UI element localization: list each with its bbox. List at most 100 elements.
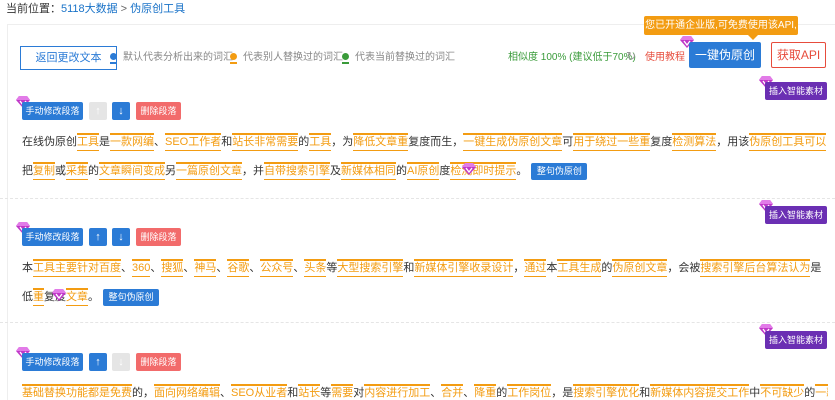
replaced-word[interactable]: 工具 [782, 136, 804, 148]
replaced-word[interactable]: 文章 [220, 165, 242, 177]
replaced-word[interactable]: 工具 [309, 136, 331, 148]
replaced-word[interactable]: 需要 [331, 387, 353, 399]
replaced-word[interactable]: 引擎 [722, 262, 744, 274]
manual-edit-paragraph-button[interactable]: 手动修改段落 [22, 102, 83, 120]
replaced-word[interactable]: 媒体 [425, 262, 447, 274]
replaced-word[interactable]: 站长 [232, 136, 254, 148]
replaced-word[interactable]: 绕过 [595, 136, 617, 148]
replaced-word[interactable]: 自带 [264, 165, 286, 177]
replaced-word[interactable]: 工作者 [188, 136, 221, 148]
replaced-word[interactable]: 加工 [408, 387, 430, 399]
replaced-word[interactable]: 算法 [766, 262, 788, 274]
replaced-word[interactable]: 算法 [694, 136, 716, 148]
replaced-word[interactable]: 变成 [143, 165, 165, 177]
replaced-word[interactable]: 工具 [77, 136, 99, 148]
replaced-word[interactable]: 文章 [99, 165, 121, 177]
replaced-word[interactable]: 编辑 [198, 387, 220, 399]
breadcrumb-home-link[interactable]: 5118大数据 [61, 3, 118, 15]
replaced-word[interactable]: 原创 [198, 165, 220, 177]
replaced-word[interactable]: 主要 [55, 262, 77, 274]
sentence-rewrite-button[interactable]: 整句伪原创 [531, 163, 588, 180]
replaced-word[interactable]: 文章 [645, 262, 667, 274]
replaced-word[interactable]: 非常 [254, 136, 276, 148]
delete-paragraph-button[interactable]: 删除段落 [136, 353, 181, 371]
replaced-word[interactable]: AI [407, 165, 417, 177]
replaced-word[interactable]: 功能 [66, 387, 88, 399]
replaced-word[interactable]: 公众号 [260, 262, 293, 274]
replaced-word[interactable]: 相同 [374, 165, 396, 177]
move-down-button[interactable]: ↓ [112, 102, 130, 120]
manual-edit-paragraph-button[interactable]: 手动修改段落 [22, 228, 83, 246]
replaced-word[interactable]: 一篇 [176, 165, 198, 177]
move-down-button[interactable]: ↓ [112, 228, 130, 246]
replaced-word[interactable]: 可以 [804, 136, 826, 148]
insert-smart-material-button[interactable]: 插入智能素材 [765, 82, 827, 100]
replaced-word[interactable]: SEO [231, 387, 254, 399]
replaced-word[interactable]: 引擎 [381, 262, 403, 274]
replaced-word[interactable]: 伪原创 [507, 136, 540, 148]
replaced-word[interactable]: 复制 [33, 165, 55, 177]
replaced-word[interactable]: 内容 [364, 387, 386, 399]
replaced-word[interactable]: 伪原创 [749, 136, 782, 148]
one-click-rewrite-button[interactable]: 一键伪原创 [689, 42, 761, 68]
replaced-word[interactable]: 360 [132, 262, 150, 274]
replaced-word[interactable]: 设计 [491, 262, 513, 274]
replaced-word[interactable]: 从业者 [254, 387, 287, 399]
replaced-word[interactable]: 免费 [110, 387, 132, 399]
replaced-word[interactable]: 后台 [744, 262, 766, 274]
replaced-word[interactable]: 站长 [298, 387, 320, 399]
replaced-word[interactable]: 原创 [417, 165, 439, 177]
delete-paragraph-button[interactable]: 删除段落 [136, 228, 181, 246]
replaced-word[interactable]: 基础 [22, 387, 44, 399]
replaced-word[interactable]: 头条 [304, 262, 326, 274]
replaced-word[interactable]: 引擎 [308, 165, 330, 177]
replaced-word[interactable]: 提示 [494, 165, 516, 177]
replaced-word[interactable]: 搜索 [573, 387, 595, 399]
replaced-word[interactable]: 生成 [579, 262, 601, 274]
replaced-word[interactable]: 伪原创 [612, 262, 645, 274]
replaced-word[interactable]: 替换 [44, 387, 66, 399]
manual-edit-paragraph-button[interactable]: 手动修改段落 [22, 353, 83, 371]
replaced-word[interactable]: 提交 [705, 387, 727, 399]
replaced-word[interactable]: 优化 [617, 387, 639, 399]
get-api-button[interactable]: 获取API [771, 42, 826, 68]
replaced-word[interactable]: 需要 [276, 136, 298, 148]
replaced-word[interactable]: 文章 [540, 136, 562, 148]
back-edit-text-button[interactable]: 返回更改文本 [20, 46, 117, 70]
replaced-word[interactable]: 引擎 [595, 387, 617, 399]
replaced-word[interactable]: 媒体 [352, 165, 374, 177]
delete-paragraph-button[interactable]: 删除段落 [136, 102, 181, 120]
replaced-word[interactable]: 搜索 [700, 262, 722, 274]
replaced-word[interactable]: 媒体 [661, 387, 683, 399]
replaced-word[interactable]: 一款 [110, 136, 132, 148]
replaced-word[interactable]: 瞬间 [121, 165, 143, 177]
replaced-word[interactable]: 工作 [727, 387, 749, 399]
refresh-icon[interactable]: ↻ [626, 49, 636, 63]
move-up-button[interactable]: ↑ [89, 102, 107, 120]
replaced-word[interactable]: 都是 [88, 387, 110, 399]
replaced-word[interactable]: 文章 [375, 136, 397, 148]
replaced-word[interactable]: 网络 [176, 387, 198, 399]
replaced-word[interactable]: 重 [33, 291, 44, 303]
replaced-word[interactable]: 针对 [77, 262, 99, 274]
replaced-word[interactable]: 缺少 [782, 387, 804, 399]
replaced-word[interactable]: 搜狐 [161, 262, 183, 274]
replaced-word[interactable]: 新 [341, 165, 352, 177]
insert-smart-material-button[interactable]: 插入智能素材 [765, 331, 827, 349]
replaced-word[interactable]: 降低 [353, 136, 375, 148]
replaced-word[interactable]: 搜索 [286, 165, 308, 177]
replaced-word[interactable]: 一些 [617, 136, 639, 148]
replaced-word[interactable]: 采集 [66, 165, 88, 177]
replaced-word[interactable]: 网编 [132, 136, 154, 148]
replaced-word[interactable]: 工具 [33, 262, 55, 274]
replaced-word[interactable]: 引擎 [447, 262, 469, 274]
replaced-word[interactable]: 收录 [469, 262, 491, 274]
replaced-word[interactable]: 新 [414, 262, 425, 274]
move-down-button[interactable]: ↓ [112, 353, 130, 371]
replaced-word[interactable]: 新 [650, 387, 661, 399]
replaced-word[interactable]: 进行 [386, 387, 408, 399]
replaced-word[interactable]: 神马 [194, 262, 216, 274]
replaced-word[interactable]: 一款 [815, 387, 828, 399]
replaced-word[interactable]: 检测 [672, 136, 694, 148]
replaced-word[interactable]: 不可 [760, 387, 782, 399]
